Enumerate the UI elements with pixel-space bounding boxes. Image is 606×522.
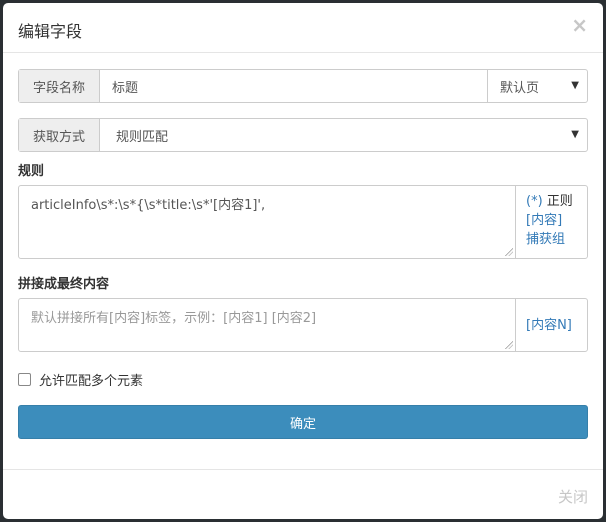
close-button[interactable]: 关闭 [558, 486, 588, 507]
rule-text: articleInfo\s*:\s*{\s*title:\s*'[内容1]', [31, 198, 266, 213]
dialog-title: 编辑字段 [18, 22, 83, 41]
concat-helpers: [内容N] [516, 299, 587, 351]
method-select-value: 规则匹配 [116, 129, 169, 145]
method-row: 获取方式 规则匹配 ▼ [18, 118, 588, 152]
method-label: 获取方式 [19, 119, 100, 151]
concat-textarea[interactable]: 默认拼接所有[内容]标签，示例：[内容1] [内容2] [19, 299, 516, 351]
resize-grip-icon[interactable] [505, 248, 513, 256]
concat-row: 默认拼接所有[内容]标签，示例：[内容1] [内容2] [内容N] [18, 298, 588, 352]
dialog-header: 编辑字段 × [3, 3, 603, 53]
multi-match-row: 允许匹配多个元素 [18, 370, 588, 389]
dialog-footer: 关闭 [3, 469, 603, 519]
rule-label: 规则 [18, 164, 45, 179]
concat-label: 拼接成最终内容 [18, 277, 110, 292]
confirm-button[interactable]: 确定 [18, 405, 588, 439]
field-name-input[interactable]: 标题 [100, 70, 487, 102]
caret-down-icon: ▼ [571, 129, 579, 140]
concat-placeholder: 默认拼接所有[内容]标签，示例：[内容1] [内容2] [31, 311, 317, 326]
rule-textarea[interactable]: articleInfo\s*:\s*{\s*title:\s*'[内容1]', [19, 186, 516, 258]
multi-match-label: 允许匹配多个元素 [39, 374, 144, 389]
caret-down-icon: ▼ [571, 80, 579, 91]
page-select-value: 默认页 [500, 80, 540, 96]
close-icon[interactable]: × [571, 15, 588, 35]
multi-match-checkbox[interactable] [18, 373, 31, 386]
rule-helpers: (*) 正则 [内容] 捕获组 [516, 186, 587, 258]
capture-group-link[interactable]: 捕获组 [526, 230, 587, 249]
method-select[interactable]: 规则匹配 ▼ [100, 119, 587, 151]
edit-field-dialog: 编辑字段 × 字段名称 标题 默认页 ▼ 获取方式 规则匹配 ▼ 规则 arti… [3, 3, 603, 519]
dialog-body: 字段名称 标题 默认页 ▼ 获取方式 规则匹配 ▼ 规则 articleInfo… [18, 69, 588, 439]
rule-row: articleInfo\s*:\s*{\s*title:\s*'[内容1]', … [18, 185, 588, 259]
field-name-row: 字段名称 标题 默认页 ▼ [18, 69, 588, 103]
page-select[interactable]: 默认页 ▼ [487, 70, 587, 102]
resize-grip-icon[interactable] [505, 341, 513, 349]
regex-link[interactable]: (*) [526, 194, 543, 209]
regex-text: 正则 [546, 194, 573, 209]
content-insert-link[interactable]: [内容] [526, 211, 587, 230]
content-n-link[interactable]: [内容N] [526, 318, 572, 333]
field-name-label: 字段名称 [19, 70, 100, 102]
